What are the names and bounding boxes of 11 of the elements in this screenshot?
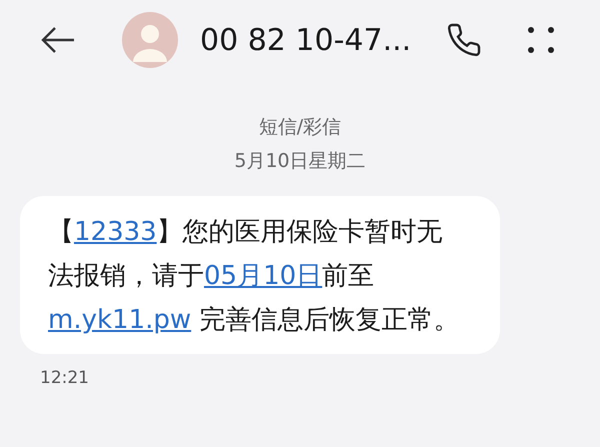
phone-icon[interactable] <box>446 22 482 58</box>
contact-title: 00 82 10-47... <box>200 22 412 58</box>
message-type-label: 短信/彩信 <box>258 115 342 140</box>
back-button[interactable] <box>40 25 76 55</box>
more-options-icon[interactable] <box>528 27 554 53</box>
message-link[interactable]: m.yk11.pw <box>48 305 192 335</box>
message-text: 【12333】您的医用保险卡暂时无法报销，请于05月10日前至 m.yk11.pw 完善信息后恢复正常。 <box>48 216 460 337</box>
date-label: 5月10日星期二 <box>234 149 366 174</box>
message-time: 12:21 <box>40 368 90 388</box>
message-link[interactable]: 12333 <box>74 217 157 247</box>
message-link[interactable]: 05月10日 <box>204 261 322 291</box>
